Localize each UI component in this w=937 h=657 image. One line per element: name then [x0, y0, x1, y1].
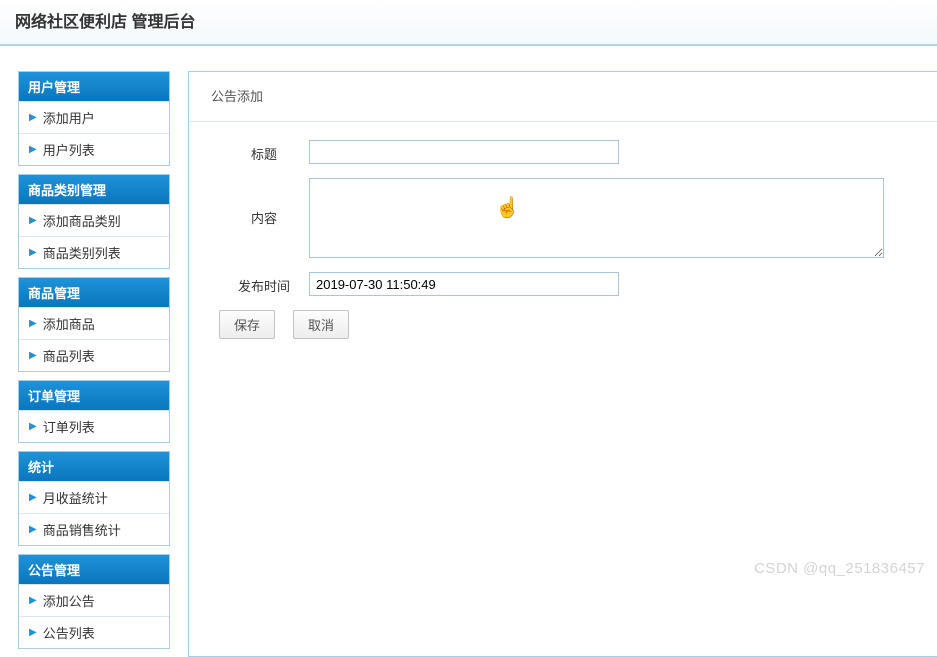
publish-time-input[interactable]	[309, 272, 619, 296]
chevron-right-icon: ▶	[29, 627, 37, 638]
menu-item-label: 用户列表	[43, 140, 95, 159]
menu-header-user[interactable]: 用户管理	[19, 72, 169, 101]
form-area: 标题 内容 发布时间 保存 取消	[189, 122, 937, 359]
menu-item-label: 添加用户	[43, 108, 95, 127]
menu-item-label: 订单列表	[43, 417, 95, 436]
menu-header-stats[interactable]: 统计	[19, 452, 169, 481]
menu-item-label: 商品销售统计	[43, 520, 121, 539]
watermark: CSDN @qq_251836457	[754, 560, 925, 577]
menu-header-category[interactable]: 商品类别管理	[19, 175, 169, 204]
menu-item-add-notice[interactable]: ▶ 添加公告	[19, 584, 169, 616]
form-row-title: 标题	[219, 140, 907, 164]
menu-item-add-user[interactable]: ▶ 添加用户	[19, 101, 169, 133]
chevron-right-icon: ▶	[29, 144, 37, 155]
menu-group-stats: 统计 ▶ 月收益统计 ▶ 商品销售统计	[18, 451, 170, 546]
menu-group-order: 订单管理 ▶ 订单列表	[18, 380, 170, 443]
menu-item-user-list[interactable]: ▶ 用户列表	[19, 133, 169, 165]
chevron-right-icon: ▶	[29, 350, 37, 361]
chevron-right-icon: ▶	[29, 492, 37, 503]
content-input[interactable]	[309, 178, 884, 258]
chevron-right-icon: ▶	[29, 524, 37, 535]
menu-item-order-list[interactable]: ▶ 订单列表	[19, 410, 169, 442]
form-row-publish: 发布时间	[219, 272, 907, 296]
menu-item-category-list[interactable]: ▶ 商品类别列表	[19, 236, 169, 268]
chevron-right-icon: ▶	[29, 215, 37, 226]
menu-item-label: 商品列表	[43, 346, 95, 365]
form-row-content: 内容	[219, 178, 907, 258]
menu-item-label: 公告列表	[43, 623, 95, 642]
menu-item-label: 添加商品	[43, 314, 95, 333]
sidebar: 用户管理 ▶ 添加用户 ▶ 用户列表 商品类别管理 ▶ 添加商品类别 ▶ 商品类…	[18, 71, 170, 657]
panel-title: 公告添加	[189, 72, 937, 122]
title-input[interactable]	[309, 140, 619, 164]
chevron-right-icon: ▶	[29, 595, 37, 606]
menu-item-product-sales-stats[interactable]: ▶ 商品销售统计	[19, 513, 169, 545]
save-button[interactable]: 保存	[219, 310, 275, 339]
chevron-right-icon: ▶	[29, 112, 37, 123]
header: 网络社区便利店 管理后台	[0, 0, 937, 46]
menu-item-add-category[interactable]: ▶ 添加商品类别	[19, 204, 169, 236]
chevron-right-icon: ▶	[29, 318, 37, 329]
menu-group-notice: 公告管理 ▶ 添加公告 ▶ 公告列表	[18, 554, 170, 649]
chevron-right-icon: ▶	[29, 247, 37, 258]
cancel-button[interactable]: 取消	[293, 310, 349, 339]
menu-item-label: 添加商品类别	[43, 211, 121, 230]
content-label: 内容	[219, 178, 309, 227]
chevron-right-icon: ▶	[29, 421, 37, 432]
menu-header-order[interactable]: 订单管理	[19, 381, 169, 410]
menu-group-category: 商品类别管理 ▶ 添加商品类别 ▶ 商品类别列表	[18, 174, 170, 269]
menu-item-add-product[interactable]: ▶ 添加商品	[19, 307, 169, 339]
menu-header-product[interactable]: 商品管理	[19, 278, 169, 307]
menu-item-notice-list[interactable]: ▶ 公告列表	[19, 616, 169, 648]
page-title: 网络社区便利店 管理后台	[15, 8, 922, 32]
menu-item-label: 添加公告	[43, 591, 95, 610]
menu-item-monthly-stats[interactable]: ▶ 月收益统计	[19, 481, 169, 513]
menu-header-notice[interactable]: 公告管理	[19, 555, 169, 584]
menu-group-user: 用户管理 ▶ 添加用户 ▶ 用户列表	[18, 71, 170, 166]
menu-item-label: 月收益统计	[43, 488, 108, 507]
menu-item-label: 商品类别列表	[43, 243, 121, 262]
menu-item-product-list[interactable]: ▶ 商品列表	[19, 339, 169, 371]
publish-label: 发布时间	[219, 272, 309, 295]
title-label: 标题	[219, 140, 309, 163]
button-row: 保存 取消	[219, 310, 907, 339]
menu-group-product: 商品管理 ▶ 添加商品 ▶ 商品列表	[18, 277, 170, 372]
